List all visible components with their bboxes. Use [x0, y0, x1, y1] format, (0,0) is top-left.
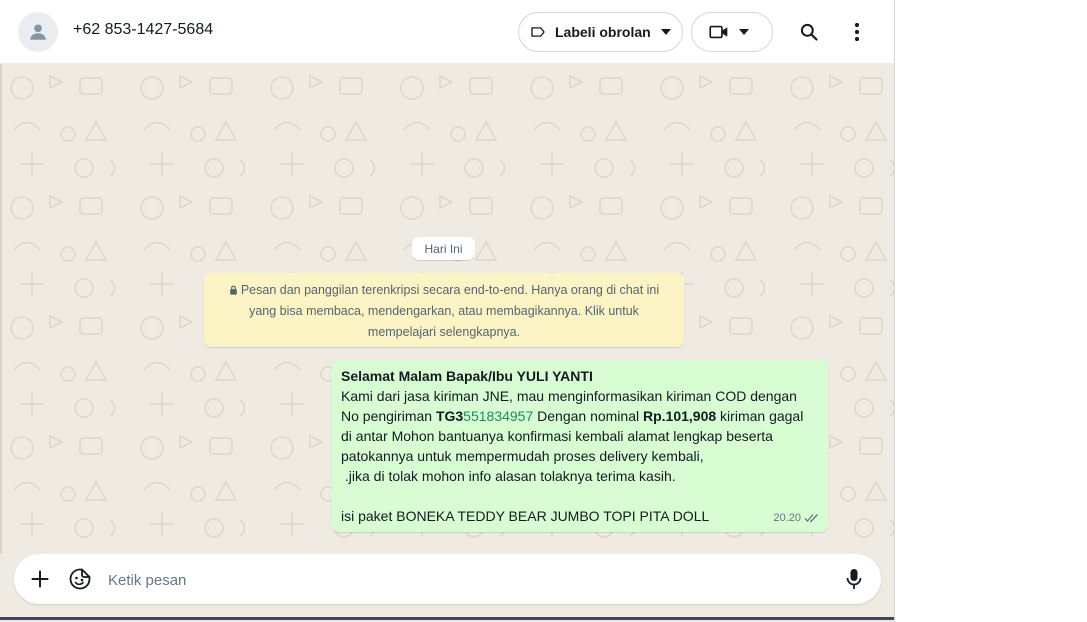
- message-input[interactable]: [106, 564, 810, 596]
- person-icon: [30, 24, 46, 40]
- message-text: Dengan nominal: [533, 408, 643, 424]
- message-text: No pengiriman: [341, 408, 436, 424]
- plus-icon: [31, 570, 49, 588]
- whatsapp-web-app: +62 853-1427-5684 Labeli obrolan Hari In…: [0, 0, 895, 622]
- video-call-button[interactable]: [691, 12, 773, 52]
- encryption-notice-line: yang bisa membaca, mendengarkan, atau me…: [249, 304, 639, 318]
- message-meta: 20.20: [773, 508, 820, 528]
- microphone-icon: [846, 569, 862, 589]
- chevron-down-icon: [739, 29, 749, 35]
- encryption-notice[interactable]: Pesan dan panggilan terenkripsi secara e…: [204, 273, 684, 347]
- sticker-button[interactable]: [68, 567, 92, 591]
- more-vertical-icon: [854, 22, 860, 42]
- outgoing-message[interactable]: Selamat Malam Bapak/Ibu YULI YANTI Kami …: [332, 360, 828, 532]
- chevron-down-icon: [660, 29, 671, 35]
- left-divider: [0, 64, 2, 554]
- attach-button[interactable]: [28, 567, 52, 591]
- encryption-notice-line: mempelajari selengkapnya.: [367, 325, 521, 339]
- chat-header: +62 853-1427-5684 Labeli obrolan: [0, 0, 894, 64]
- message-text-line: isi paket BONEKA TEDDY BEAR JUMBO TOPI P…: [341, 508, 710, 524]
- message-text-line: di antar Mohon bantuanya konfirmasi kemb…: [341, 428, 773, 444]
- search-icon: [800, 23, 818, 41]
- tracking-number-link[interactable]: 551834957: [463, 408, 533, 424]
- lock-icon: [229, 285, 237, 295]
- tracking-prefix: TG3: [435, 408, 464, 424]
- message-composer: [14, 554, 881, 604]
- window-bottom-border: [0, 617, 894, 620]
- message-text-line: Kami dari jasa kiriman JNE, mau menginfo…: [341, 388, 797, 404]
- sticker-icon: [69, 568, 91, 590]
- date-separator: Hari Ini: [412, 237, 475, 260]
- cod-amount: Rp.101,908: [643, 408, 717, 424]
- label-chat-button-text: Labeli obrolan: [555, 24, 651, 40]
- double-check-icon: [804, 514, 818, 523]
- contact-avatar[interactable]: [18, 12, 58, 52]
- label-tag-icon: [531, 27, 545, 37]
- contact-name[interactable]: +62 853-1427-5684: [73, 21, 213, 39]
- label-chat-button[interactable]: Labeli obrolan: [518, 12, 683, 52]
- search-button[interactable]: [791, 14, 827, 50]
- message-text: kiriman gagal: [716, 408, 804, 424]
- message-greeting: Selamat Malam Bapak/Ibu YULI YANTI: [341, 368, 593, 384]
- video-camera-icon: [709, 25, 728, 39]
- encryption-notice-line: Pesan dan panggilan terenkripsi secara e…: [240, 283, 660, 297]
- voice-message-button[interactable]: [842, 567, 866, 591]
- menu-button[interactable]: [839, 14, 875, 50]
- message-text-line: No pengiriman TG3551834957 Dengan nomina…: [341, 406, 820, 426]
- message-time: 20.20: [773, 512, 801, 524]
- message-text-line: patokannya untuk mempermudah proses deli…: [341, 448, 704, 464]
- chat-conversation[interactable]: Hari Ini Pesan dan panggilan terenkripsi…: [0, 64, 894, 554]
- message-text-line: .jika di tolak mohon info alasan tolakny…: [341, 468, 676, 484]
- composer-footer: [0, 554, 894, 622]
